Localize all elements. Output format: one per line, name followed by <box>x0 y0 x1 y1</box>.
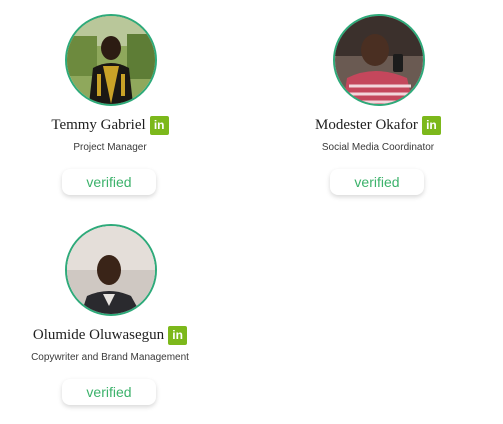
member-name: Olumide Oluwasegun <box>32 327 165 343</box>
avatar-photo <box>333 14 425 106</box>
verified-button[interactable]: verified <box>62 169 156 195</box>
person-photo <box>67 226 155 314</box>
person-photo <box>67 16 155 104</box>
avatar-photo <box>65 14 157 106</box>
verified-button[interactable]: verified <box>62 379 156 405</box>
member-name: Modester Okafor <box>315 117 418 133</box>
team-member-card: Olumide Oluwasegun in Copywriter and Bran… <box>10 224 210 414</box>
team-grid: Temmy Gabriel in Project Manager verified… <box>0 0 503 424</box>
linkedin-icon[interactable]: in <box>421 116 441 135</box>
linkedin-icon[interactable]: in <box>168 326 188 345</box>
member-name: Temmy Gabriel <box>51 117 146 133</box>
linkedin-icon[interactable]: in <box>149 116 169 135</box>
verified-button[interactable]: verified <box>330 169 424 195</box>
member-name-row: Temmy Gabriel in <box>10 116 210 135</box>
person-photo <box>335 16 423 104</box>
member-name-row: Olumide Oluwasegun in <box>10 326 210 345</box>
member-role: Copywriter and Brand Management <box>31 352 189 363</box>
avatar-photo <box>65 224 157 316</box>
member-name-row: Modester Okafor in <box>278 116 478 135</box>
member-role: Social Media Coordinator <box>321 142 435 153</box>
member-role: Project Manager <box>73 142 147 153</box>
team-member-card: Temmy Gabriel in Project Manager verified <box>10 14 210 204</box>
team-member-card: Modester Okafor in Social Media Coordinat… <box>278 14 478 204</box>
